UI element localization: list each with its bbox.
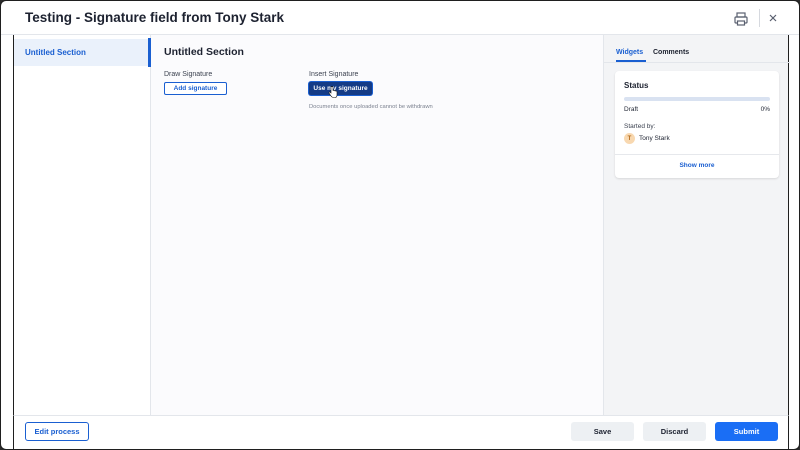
status-progress-bar xyxy=(624,97,770,101)
section-title: Untitled Section xyxy=(164,46,244,58)
header-divider xyxy=(759,9,760,27)
close-icon xyxy=(769,14,777,22)
edit-process-button[interactable]: Edit process xyxy=(25,422,89,441)
use-my-signature-button[interactable]: Use my signature xyxy=(309,82,372,95)
status-widget-card: Status Draft 0% Started by: T Tony Stark… xyxy=(615,71,779,178)
tab-comments[interactable]: Comments xyxy=(653,49,689,56)
insert-signature-label: Insert Signature xyxy=(309,71,359,78)
section-accent-bar xyxy=(148,38,151,67)
page-title: Testing - Signature field from Tony Star… xyxy=(25,10,285,25)
status-card-title: Status xyxy=(624,81,649,90)
close-button[interactable] xyxy=(764,9,782,27)
status-value: Draft xyxy=(624,106,639,113)
card-divider xyxy=(615,154,779,155)
discard-button[interactable]: Discard xyxy=(643,422,706,441)
avatar: T xyxy=(624,133,635,144)
show-more-link[interactable]: Show more xyxy=(615,159,779,173)
hand-pointer-icon xyxy=(328,86,338,98)
printer-icon xyxy=(734,12,748,26)
save-button[interactable]: Save xyxy=(571,422,634,441)
tabs-divider xyxy=(604,62,790,63)
sidebar-item-untitled-section[interactable]: Untitled Section xyxy=(14,39,151,66)
modal-footer: Edit process Save Discard Submit xyxy=(13,415,789,449)
tab-widgets[interactable]: Widgets xyxy=(616,49,643,56)
print-button[interactable] xyxy=(731,9,751,29)
add-signature-button[interactable]: Add signature xyxy=(164,82,227,95)
started-by-label: Started by: xyxy=(624,123,656,130)
status-progress-percent: 0% xyxy=(760,106,770,113)
draw-signature-label: Draw Signature xyxy=(164,71,213,78)
submit-button[interactable]: Submit xyxy=(715,422,778,441)
section-sidebar: Untitled Section xyxy=(13,35,151,415)
insert-signature-helper: Documents once uploaded cannot be withdr… xyxy=(309,104,433,110)
form-content: Untitled Section Draw Signature Add sign… xyxy=(148,35,603,415)
started-by-user: Tony Stark xyxy=(639,135,670,142)
right-panel: Widgets Comments Status Draft 0% Started… xyxy=(603,35,790,415)
modal-header: Testing - Signature field from Tony Star… xyxy=(1,1,799,35)
modal-dialog: Testing - Signature field from Tony Star… xyxy=(0,0,800,450)
